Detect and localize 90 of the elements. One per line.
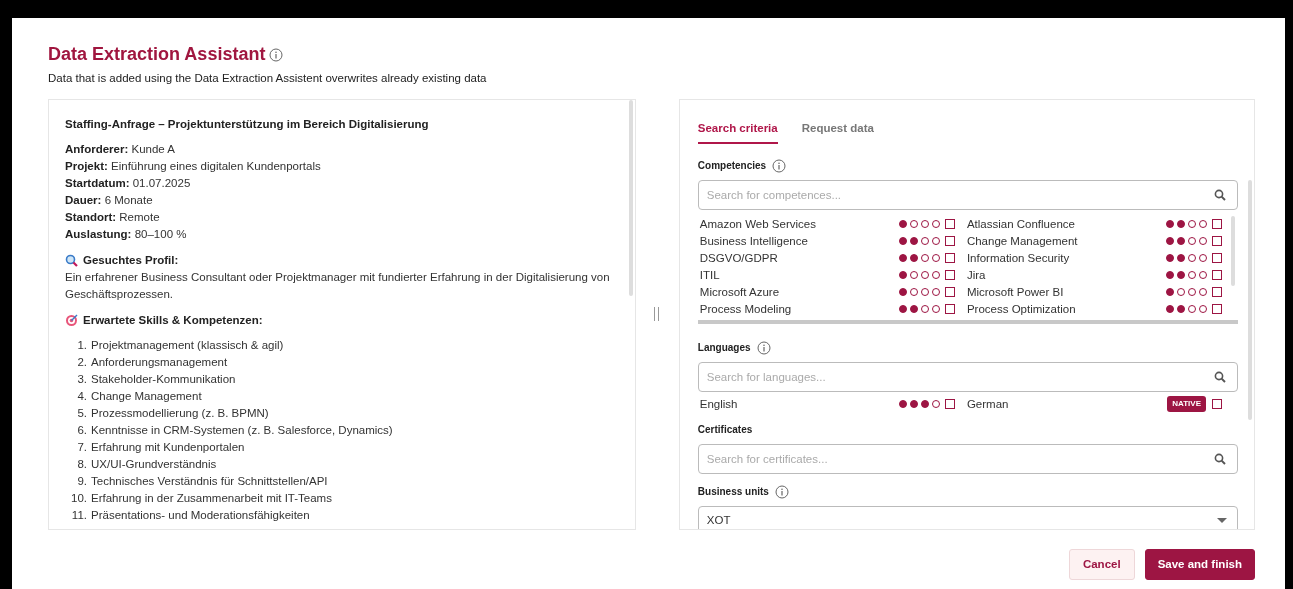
scrollbar[interactable] bbox=[1231, 215, 1235, 286]
checkbox[interactable] bbox=[1212, 287, 1222, 298]
scrollbar[interactable] bbox=[697, 319, 1238, 324]
skill-item: Technisches Verständnis für Schnittstellen/API bbox=[91, 474, 328, 490]
competency-name: Atlassian Confluence bbox=[966, 216, 1076, 232]
list-number: 4. bbox=[76, 389, 88, 405]
checkbox[interactable] bbox=[944, 287, 955, 298]
section-label: Competencies bbox=[697, 159, 767, 174]
language-name: German bbox=[966, 396, 1010, 412]
tab[interactable]: Request data bbox=[801, 119, 874, 144]
skill-item: Prozessmodellierung (z. B. BPMN) bbox=[91, 406, 269, 422]
competency-name: Change Management bbox=[966, 233, 1079, 249]
info-icon[interactable] bbox=[772, 158, 787, 173]
profile-description: Ein erfahrener Business Consultant oder Projektmanager mit fundierter Erfahrung in der Digitalisierung von Geschäftsprozessen. bbox=[65, 270, 611, 303]
checkbox[interactable] bbox=[944, 399, 955, 410]
skill-item: Kenntnisse in CRM-Systemen (z. B. Salesforce, Dynamics) bbox=[91, 423, 393, 439]
skill-item: Change Management bbox=[91, 389, 202, 405]
section-label: Business units bbox=[697, 485, 769, 500]
info-icon[interactable] bbox=[774, 484, 789, 499]
native-badge: NATIVE bbox=[1167, 396, 1206, 413]
checkbox[interactable] bbox=[944, 236, 955, 247]
competency-name: Information Security bbox=[966, 250, 1071, 266]
competency-name: Business Intelligence bbox=[699, 233, 809, 249]
save-button[interactable]: Save and finish bbox=[1144, 548, 1255, 581]
language-name: English bbox=[699, 396, 739, 412]
checkbox[interactable] bbox=[944, 253, 955, 264]
list-number: 2. bbox=[76, 355, 88, 371]
request-field: Startdatum: 01.07.2025 bbox=[65, 175, 620, 193]
tab[interactable]: Search criteria bbox=[697, 119, 778, 144]
competency-name: ITIL bbox=[699, 267, 721, 283]
search-icon[interactable] bbox=[1214, 452, 1226, 465]
skill-item: Anforderungsmanagement bbox=[91, 355, 228, 371]
request-field: Standort: Remote bbox=[65, 209, 620, 227]
scrollbar[interactable] bbox=[629, 99, 634, 296]
checkbox[interactable] bbox=[1212, 236, 1222, 247]
checkbox[interactable] bbox=[944, 219, 955, 230]
competency-name: Amazon Web Services bbox=[699, 216, 817, 232]
info-icon[interactable] bbox=[269, 47, 284, 62]
search-icon[interactable] bbox=[1214, 188, 1226, 201]
caret-icon bbox=[1217, 518, 1227, 524]
list-number: 6. bbox=[76, 423, 88, 439]
list-number: 3. bbox=[76, 372, 88, 388]
checkbox[interactable] bbox=[1212, 399, 1222, 410]
skill-item: UX/UI-Grundverständnis bbox=[91, 457, 217, 473]
checkbox[interactable] bbox=[944, 304, 955, 315]
checkbox[interactable] bbox=[944, 270, 955, 281]
competency-name: DSGVO/GDPR bbox=[699, 250, 779, 266]
list-number: 1. bbox=[76, 338, 88, 354]
request-field: Dauer: 6 Monate bbox=[65, 192, 620, 210]
search-field[interactable]: Search for competences... bbox=[697, 179, 1238, 210]
target-icon bbox=[65, 313, 78, 327]
request-field: Anforderer: Kunde A bbox=[65, 141, 620, 159]
search-field[interactable]: Search for languages... bbox=[697, 361, 1238, 392]
section-heading: Erwartete Skills & Kompetenzen: bbox=[83, 313, 263, 329]
request-title: Staffing-Anfrage – Projektunterstützung im Bereich Digitalisierung bbox=[65, 116, 430, 132]
scrollbar[interactable] bbox=[1248, 179, 1252, 420]
list-number: 10. bbox=[70, 491, 88, 507]
skill-item: Erfahrung mit Kundenportalen bbox=[91, 440, 245, 456]
section-label: Languages bbox=[697, 341, 751, 356]
skill-item: Projektmanagement (klassisch & agil) bbox=[91, 338, 284, 354]
checkbox[interactable] bbox=[1212, 219, 1222, 230]
list-number: 9. bbox=[76, 474, 88, 490]
search-field[interactable]: Search for certificates... bbox=[697, 443, 1238, 474]
checkbox[interactable] bbox=[1212, 304, 1222, 315]
skill-item: Erfahrung in der Zusammenarbeit mit IT-Teams bbox=[91, 491, 332, 507]
resize-handle-icon[interactable] bbox=[654, 307, 661, 322]
section-heading: Gesuchtes Profil: bbox=[83, 253, 179, 269]
request-field: Auslastung: 80–100 % bbox=[65, 226, 620, 244]
competency-name: Process Modeling bbox=[699, 301, 793, 317]
list-number: 7. bbox=[76, 440, 88, 456]
skill-item: Präsentations- und Moderationsfähigkeiten bbox=[91, 508, 310, 524]
info-icon[interactable] bbox=[756, 340, 771, 355]
business-unit-select[interactable]: XOT bbox=[697, 505, 1238, 529]
subtitle: Data that is added using the Data Extraction Assistent overwrites already existing data bbox=[48, 70, 488, 86]
dialog-title: Data Extraction Assistant bbox=[48, 44, 266, 66]
checkbox[interactable] bbox=[1212, 270, 1222, 281]
checkbox[interactable] bbox=[1212, 253, 1222, 264]
competency-name: Microsoft Power BI bbox=[966, 284, 1065, 300]
cancel-button[interactable]: Cancel bbox=[1068, 548, 1135, 581]
skill-item: Stakeholder-Kommunikation bbox=[91, 372, 236, 388]
list-number: 5. bbox=[76, 406, 88, 422]
magnifier-icon bbox=[65, 253, 78, 267]
list-number: 11. bbox=[70, 508, 88, 524]
request-field: Projekt: Einführung eines digitalen Kundenportals bbox=[65, 158, 620, 176]
competency-name: Microsoft Azure bbox=[699, 284, 781, 300]
competency-name: Jira bbox=[966, 267, 987, 283]
list-number: 8. bbox=[76, 457, 88, 473]
competency-name: Process Optimization bbox=[966, 301, 1077, 317]
search-icon[interactable] bbox=[1214, 370, 1226, 383]
section-label: Certificates bbox=[697, 423, 753, 438]
